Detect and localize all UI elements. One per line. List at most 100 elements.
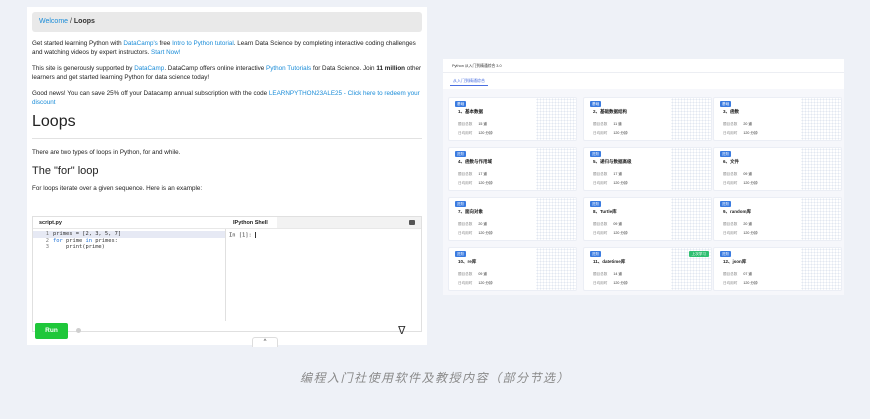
level-badge: 进阶	[590, 251, 602, 257]
dashboard-title: Python 从入门到精通综合 3.0	[443, 59, 844, 73]
collapse-chevron-icon[interactable]: ^	[252, 337, 278, 347]
card-pattern	[801, 148, 841, 190]
run-button[interactable]: Run	[35, 323, 68, 339]
duration-row: 日均用时 120 分钟	[458, 281, 493, 286]
row-label: 题目总数	[458, 172, 473, 176]
duration-row: 日均用时 120 分钟	[723, 231, 758, 236]
duration: 120 分钟	[613, 281, 628, 285]
code-text: primes = [2, 3, 5, 7]	[53, 231, 122, 237]
text: free	[157, 40, 173, 47]
section-title: The "for" loop	[32, 165, 99, 177]
level-badge: 进阶	[455, 201, 467, 207]
course-card[interactable]: 基础 3、函数 题目总数 20 道日均用时 120 分钟	[713, 97, 842, 141]
question-count: 14 道	[613, 272, 622, 276]
row-label: 题目总数	[593, 122, 608, 126]
shell-pane[interactable]: In [1]:	[226, 229, 421, 321]
datacamp-logo-icon: ᐁ	[398, 324, 406, 337]
level-badge: 进阶	[455, 151, 467, 157]
card-title: 11、datetime库	[593, 259, 626, 264]
row-label: 题目总数	[723, 222, 738, 226]
question-count-row: 题目总数 09 道	[458, 272, 487, 277]
sponsor-paragraph: This site is generously supported by Dat…	[32, 64, 422, 82]
card-pattern	[671, 98, 711, 140]
question-count: 20 道	[743, 122, 752, 126]
card-title: 12、json库	[723, 259, 747, 264]
course-card[interactable]: 进阶 9、random库 题目总数 20 道日均用时 120 分钟	[713, 197, 842, 241]
duration: 120 分钟	[743, 231, 758, 235]
python-tutorials-link[interactable]: Python Tutorials	[266, 65, 311, 72]
card-title: 4、函数与作用域	[458, 159, 493, 164]
level-badge: 进阶	[720, 201, 732, 207]
course-card[interactable]: 进阶 4、函数与作用域 题目总数 17 道日均用时 120 分钟	[448, 147, 577, 191]
course-card[interactable]: 基础 1、基本数据 题目总数 15 道日均用时 120 分钟	[448, 97, 577, 141]
status-indicator	[76, 328, 81, 333]
script-pane[interactable]: 1 primes = [2, 3, 5, 7] 2 for prime in pri…	[33, 229, 226, 321]
editor-body: 1 primes = [2, 3, 5, 7] 2 for prime in pri…	[33, 229, 421, 321]
tutorial-content: Get started learning Python with DataCam…	[27, 39, 427, 193]
row-label: 题目总数	[723, 122, 738, 126]
question-count: 09 道	[743, 172, 752, 176]
course-card-grid: 基础 1、基本数据 题目总数 15 道日均用时 120 分钟 基础 2、基础数据结构 题目总数…	[448, 96, 842, 292]
question-count-row: 题目总数 20 道	[458, 222, 487, 227]
row-label: 题目总数	[593, 222, 608, 226]
code-text: print(prime)	[53, 244, 105, 250]
duration: 120 分钟	[478, 181, 493, 185]
card-pattern	[536, 98, 576, 140]
duration-row: 日均用时 120 分钟	[593, 281, 628, 286]
question-count-row: 题目总数 20 道	[723, 222, 752, 227]
breadcrumb-welcome-link[interactable]: Welcome	[39, 18, 68, 25]
course-card[interactable]: 基础 2、基础数据结构 题目总数 11 道日均用时 120 分钟	[583, 97, 712, 141]
card-title: 8、Turtle库	[593, 209, 617, 214]
loops-intro: There are two types of loops in Python, …	[32, 149, 181, 156]
duration-row: 日均用时 120 分钟	[593, 231, 628, 236]
card-title: 6、文件	[723, 159, 740, 164]
question-count: 17 道	[613, 172, 622, 176]
question-count: 15 道	[478, 122, 487, 126]
course-card[interactable]: 进阶 10、re库 题目总数 09 道日均用时 120 分钟	[448, 247, 577, 291]
learner-count: 11 million	[376, 65, 406, 72]
course-card[interactable]: 进阶 6、文件 题目总数 09 道日均用时 120 分钟	[713, 147, 842, 191]
tab-ipython-shell[interactable]: IPython Shell	[226, 217, 277, 228]
question-count: 11 道	[613, 122, 622, 126]
code-text: prime	[62, 237, 86, 244]
level-badge: 进阶	[455, 251, 467, 257]
start-now-link[interactable]: Start Now!	[151, 49, 180, 56]
tab-course[interactable]: 从入门到精通综合	[450, 77, 488, 86]
duration-row: 日均用时 120 分钟	[723, 181, 758, 186]
level-badge: 进阶	[590, 151, 602, 157]
last-studied-badge: 上次学习	[688, 251, 709, 257]
course-card[interactable]: 进阶 上次学习 11、datetime库 题目总数 14 道日均用时 120 分钟	[583, 247, 712, 291]
terminal-icon[interactable]	[409, 220, 415, 225]
intro-python-link[interactable]: Intro to Python tutorial	[172, 40, 234, 47]
course-card[interactable]: 进阶 7、面向对象 题目总数 20 道日均用时 120 分钟	[448, 197, 577, 241]
line-number: 3	[45, 244, 49, 250]
course-card[interactable]: 进阶 5、递归与数据高级 题目总数 17 道日均用时 120 分钟	[583, 147, 712, 191]
row-label: 日均用时	[458, 131, 473, 135]
row-label: 日均用时	[723, 231, 738, 235]
duration: 120 分钟	[478, 281, 493, 285]
duration-row: 日均用时 120 分钟	[458, 131, 493, 136]
row-label: 题目总数	[593, 172, 608, 176]
card-pattern	[536, 248, 576, 290]
keyword-for: for	[53, 237, 63, 244]
tutorial-screenshot: Welcome / Loops Get started learning Pyt…	[27, 7, 427, 345]
row-label: 题目总数	[593, 272, 608, 276]
datacamp-sponsor-link[interactable]: DataCamp	[134, 65, 164, 72]
card-pattern	[801, 248, 841, 290]
question-count-row: 题目总数 09 道	[723, 172, 752, 177]
course-card[interactable]: 进阶 12、json库 题目总数 07 道日均用时 120 分钟	[713, 247, 842, 291]
course-card[interactable]: 进阶 8、Turtle库 题目总数 09 道日均用时 120 分钟	[583, 197, 712, 241]
question-count-row: 题目总数 17 道	[593, 172, 622, 177]
duration-row: 日均用时 120 分钟	[723, 281, 758, 286]
duration-row: 日均用时 120 分钟	[458, 231, 493, 236]
duration: 120 分钟	[613, 231, 628, 235]
breadcrumb: Welcome / Loops	[32, 12, 422, 32]
shell-prompt: In [1]:	[229, 232, 255, 239]
duration: 120 分钟	[743, 181, 758, 185]
card-pattern	[671, 148, 711, 190]
question-count-row: 题目总数 17 道	[458, 172, 487, 177]
tab-script[interactable]: script.py	[33, 217, 226, 228]
text: for Data Science. Join	[311, 65, 377, 72]
datacamp-link[interactable]: DataCamp's	[123, 40, 157, 47]
card-title: 5、递归与数据高级	[593, 159, 632, 164]
